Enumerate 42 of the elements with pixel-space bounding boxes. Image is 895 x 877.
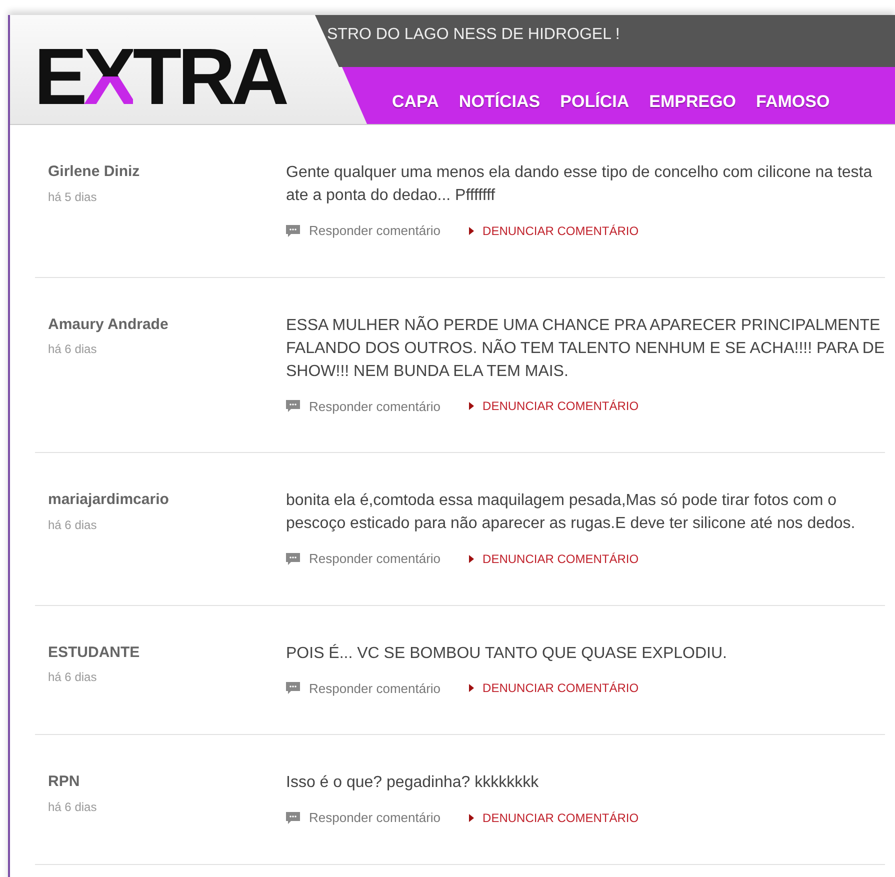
comment-text: bonita ela é,comtoda essa maquilagem pesada,Mas só pode tirar fotos com o pescoço esticado para não aparecer as rugas.E deve ter silicone até nos dedos. xyxy=(286,491,856,534)
comment-text: Gente qualquer uma menos ela dando esse tipo de concelho com cilicone na testa ate a ponta do dedao... Pfffffff xyxy=(286,163,874,206)
reply-link[interactable]: Responder comentário xyxy=(286,549,441,568)
comment-author: ESTUDANTE xyxy=(48,642,141,662)
report-link[interactable]: DENUNCIAR COMENTÁRIO xyxy=(468,808,639,827)
reply-link[interactable]: Responder comentário xyxy=(286,808,441,828)
speech-bubble-icon xyxy=(286,552,300,565)
comment-time: há 6 dias xyxy=(48,341,98,358)
report-link[interactable]: DENUNCIAR COMENTÁRIO xyxy=(468,550,639,568)
comment-text: POIS É... VC SE BOMBOU TANTO QUE QUASE EXPLODIU. xyxy=(286,643,728,664)
speech-bubble-icon xyxy=(286,400,300,412)
triangle-icon xyxy=(468,554,474,563)
comment-text: Isso é o que? pegadinha? kkkkkkkk xyxy=(286,773,540,793)
triangle-icon xyxy=(468,814,474,822)
nav-link[interactable]: FAMOSO xyxy=(756,89,830,124)
comment-time: há 6 dias xyxy=(48,798,98,816)
logo[interactable]: EXTRA xyxy=(34,36,286,116)
comment-time: há 6 dias xyxy=(48,669,98,686)
report-link[interactable]: DENUNCIAR COMENTÁRIO xyxy=(468,397,639,416)
comment-author: Amaury Andrade xyxy=(48,314,170,334)
reply-link[interactable]: Responder comentário xyxy=(286,396,441,416)
comment-text: ESSA MULHER NÃO PERDE UMA CHANCE PRA APARECER PRINCIPALMENTE FALANDO DOS OUTROS. NÃO TEM TALENTO NENHUM E SE ACHA!!!! PARA DE SHOW!!! NEM BUNDA ELA TEM MAIS. xyxy=(286,315,885,382)
reply-link[interactable]: Responder comentário xyxy=(286,678,441,698)
speech-bubble-icon xyxy=(286,812,300,824)
report-link[interactable]: DENUNCIAR COMENTÁRIO xyxy=(468,679,639,698)
comment-time: há 6 dias xyxy=(48,516,98,534)
speech-bubble-icon xyxy=(286,682,300,694)
comment-author: RPN xyxy=(48,772,81,792)
nav-link[interactable]: CAPA xyxy=(392,89,439,124)
reply-link[interactable]: Responder comentário xyxy=(286,221,441,240)
nav-link[interactable]: NOTÍCIAS xyxy=(458,89,540,124)
comment-author: Girlene Diniz xyxy=(48,162,141,182)
nav-link[interactable]: POLÍCIA xyxy=(560,89,630,124)
triangle-icon xyxy=(468,684,474,692)
triangle-icon xyxy=(468,402,474,410)
report-link[interactable]: DENUNCIAR COMENTÁRIO xyxy=(468,222,639,240)
comment-time: há 5 dias xyxy=(48,188,98,206)
speech-bubble-icon xyxy=(286,224,300,237)
triangle-icon xyxy=(468,226,474,235)
nav-link[interactable]: EMPREGO xyxy=(649,89,736,124)
comment-author: mariajardimcario xyxy=(48,490,170,510)
news-ticker[interactable]: STRO DO LAGO NESS DE HIDROGEL ! xyxy=(327,26,620,43)
